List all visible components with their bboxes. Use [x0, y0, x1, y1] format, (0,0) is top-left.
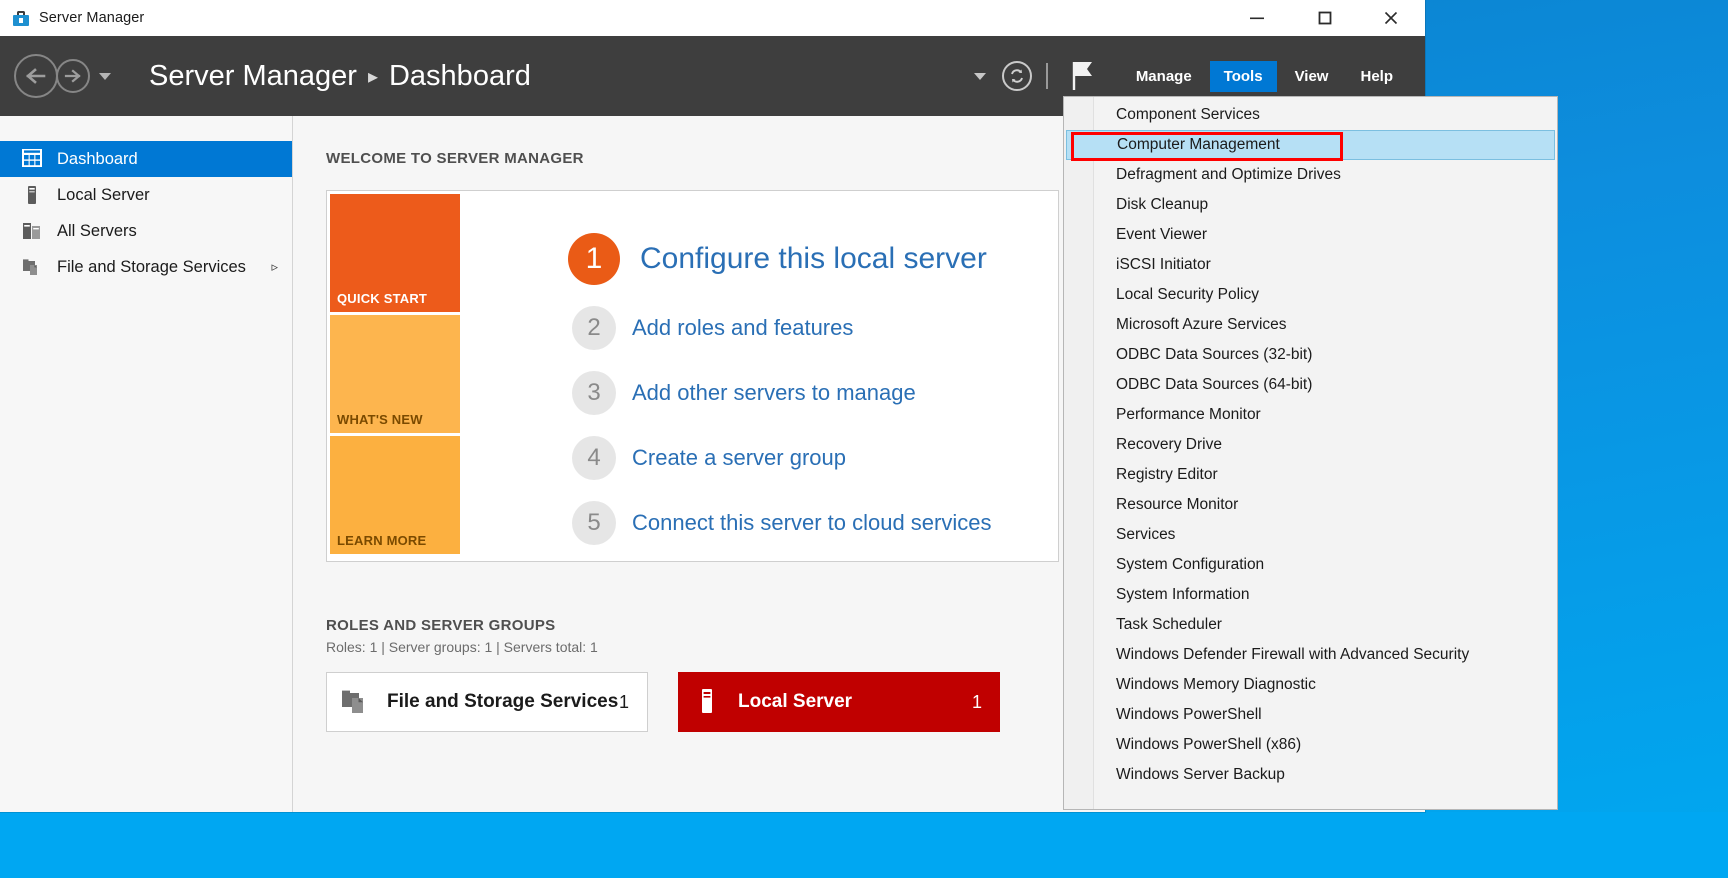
step-add-roles-and-features[interactable]: 2 Add roles and features — [572, 306, 1058, 350]
menu-item-recovery-drive[interactable]: Recovery Drive — [1064, 430, 1557, 460]
menu-view[interactable]: View — [1281, 61, 1343, 92]
toolbar-divider — [1045, 63, 1048, 89]
menu-item-odbc-data-sources-64-bit[interactable]: ODBC Data Sources (64-bit) — [1064, 370, 1557, 400]
sidebar-item-local-server[interactable]: Local Server — [0, 177, 292, 213]
tools-dropdown-menu: Component Services Computer Management D… — [1063, 96, 1558, 810]
welcome-tile: QUICK START WHAT'S NEW LEARN MORE 1 Conf… — [326, 190, 1059, 562]
menu-item-local-security-policy[interactable]: Local Security Policy — [1064, 280, 1557, 310]
menu-item-system-configuration[interactable]: System Configuration — [1064, 550, 1557, 580]
step-label[interactable]: Configure this local server — [640, 242, 987, 276]
back-arrow-icon[interactable] — [14, 54, 58, 98]
sidebar-item-dashboard[interactable]: Dashboard — [0, 141, 292, 177]
breadcrumb-current: Dashboard — [388, 59, 531, 92]
close-button[interactable] — [1367, 0, 1415, 36]
maximize-button[interactable] — [1301, 0, 1349, 36]
quick-start-steps: 1 Configure this local server 2 Add role… — [463, 191, 1058, 561]
menu-manage[interactable]: Manage — [1122, 61, 1206, 92]
step-number: 3 — [572, 371, 616, 415]
menu-item-iscsi-initiator[interactable]: iSCSI Initiator — [1064, 250, 1557, 280]
window-title-bar: Server Manager — [0, 0, 1425, 36]
step-number: 4 — [572, 436, 616, 480]
desktop-lower-band — [0, 812, 1728, 878]
menu-item-computer-management[interactable]: Computer Management — [1066, 130, 1555, 160]
menu-item-services[interactable]: Services — [1064, 520, 1557, 550]
sidebar-item-label: File and Storage Services — [57, 257, 246, 276]
stripe-label: LEARN MORE — [337, 533, 427, 548]
step-number: 2 — [572, 306, 616, 350]
menu-item-windows-powershell[interactable]: Windows PowerShell — [1064, 700, 1557, 730]
server-icon — [692, 687, 722, 717]
step-label[interactable]: Create a server group — [632, 445, 846, 471]
menu-item-registry-editor[interactable]: Registry Editor — [1064, 460, 1557, 490]
step-number: 5 — [572, 501, 616, 545]
menu-item-microsoft-azure-services[interactable]: Microsoft Azure Services — [1064, 310, 1557, 340]
group-tile-name: File and Storage Services — [387, 691, 619, 712]
minimize-button[interactable] — [1233, 0, 1281, 36]
group-tile-file-and-storage-services[interactable]: File and Storage Services 1 — [326, 672, 648, 732]
servers-icon — [21, 220, 43, 242]
group-tile-count: 1 — [618, 691, 629, 712]
sidebar-item-file-and-storage-services[interactable]: File and Storage Services ▹ — [0, 249, 292, 285]
history-chevron-down-icon[interactable] — [99, 72, 111, 80]
sidebar-item-label: Dashboard — [57, 149, 138, 168]
breadcrumb-separator-icon: ▸ — [367, 65, 378, 88]
sidebar-item-all-servers[interactable]: All Servers — [0, 213, 292, 249]
group-tile-count: 1 — [971, 691, 982, 712]
menu-item-resource-monitor[interactable]: Resource Monitor — [1064, 490, 1557, 520]
menu-help[interactable]: Help — [1346, 61, 1407, 92]
menu-item-defragment-and-optimize-drives[interactable]: Defragment and Optimize Drives — [1064, 160, 1557, 190]
menu-tools[interactable]: Tools — [1209, 60, 1277, 92]
menu-item-task-scheduler[interactable]: Task Scheduler — [1064, 610, 1557, 640]
menu-item-windows-server-backup[interactable]: Windows Server Backup — [1064, 760, 1557, 790]
server-manager-icon — [12, 9, 30, 27]
stripe-whats-new[interactable]: WHAT'S NEW — [330, 315, 460, 433]
step-connect-to-cloud-services[interactable]: 5 Connect this server to cloud services — [572, 501, 1058, 545]
menu-item-event-viewer[interactable]: Event Viewer — [1064, 220, 1557, 250]
menu-item-disk-cleanup[interactable]: Disk Cleanup — [1064, 190, 1557, 220]
window-title: Server Manager — [39, 10, 145, 26]
step-add-other-servers[interactable]: 3 Add other servers to manage — [572, 371, 1058, 415]
step-label[interactable]: Add other servers to manage — [632, 380, 916, 406]
flag-icon[interactable] — [1070, 60, 1096, 92]
menu-item-odbc-data-sources-32-bit[interactable]: ODBC Data Sources (32-bit) — [1064, 340, 1557, 370]
dashboard-grid-icon — [21, 148, 43, 170]
step-configure-local-server[interactable]: 1 Configure this local server — [568, 233, 1058, 285]
stripe-label: QUICK START — [337, 291, 428, 306]
group-tile-name: Local Server — [738, 691, 853, 712]
step-number: 1 — [568, 233, 620, 285]
step-create-server-group[interactable]: 4 Create a server group — [572, 436, 1058, 480]
file-storage-icon — [341, 687, 371, 717]
file-storage-icon — [21, 256, 43, 278]
sidebar-item-label: All Servers — [57, 221, 137, 240]
stripe-label: WHAT'S NEW — [337, 412, 423, 427]
chevron-right-icon[interactable]: ▹ — [271, 259, 278, 275]
menu-item-system-information[interactable]: System Information — [1064, 580, 1557, 610]
step-label[interactable]: Add roles and features — [632, 315, 853, 341]
forward-arrow-icon[interactable] — [56, 59, 90, 93]
menu-item-windows-defender-firewall[interactable]: Windows Defender Firewall with Advanced … — [1064, 640, 1557, 670]
menu-item-component-services[interactable]: Component Services — [1064, 100, 1557, 130]
refresh-icon[interactable] — [1001, 61, 1032, 91]
menu-item-windows-memory-diagnostic[interactable]: Windows Memory Diagnostic — [1064, 670, 1557, 700]
server-icon — [21, 184, 43, 206]
breadcrumb: Server Manager ▸ Dashboard — [149, 60, 531, 93]
group-tile-local-server[interactable]: Local Server 1 — [678, 672, 1000, 732]
stripe-quick-start[interactable]: QUICK START — [330, 194, 460, 312]
stripe-learn-more[interactable]: LEARN MORE — [330, 436, 460, 554]
menu-item-windows-powershell-x86[interactable]: Windows PowerShell (x86) — [1064, 730, 1557, 760]
notifications-chevron-down-icon[interactable] — [973, 72, 986, 80]
breadcrumb-root[interactable]: Server Manager — [149, 60, 357, 93]
sidebar-item-label: Local Server — [57, 185, 150, 204]
navigation-sidebar: Dashboard Local Server All Servers File … — [0, 116, 293, 812]
menu-item-performance-monitor[interactable]: Performance Monitor — [1064, 400, 1557, 430]
step-label[interactable]: Connect this server to cloud services — [632, 510, 992, 536]
welcome-stripe: QUICK START WHAT'S NEW LEARN MORE — [327, 191, 463, 561]
